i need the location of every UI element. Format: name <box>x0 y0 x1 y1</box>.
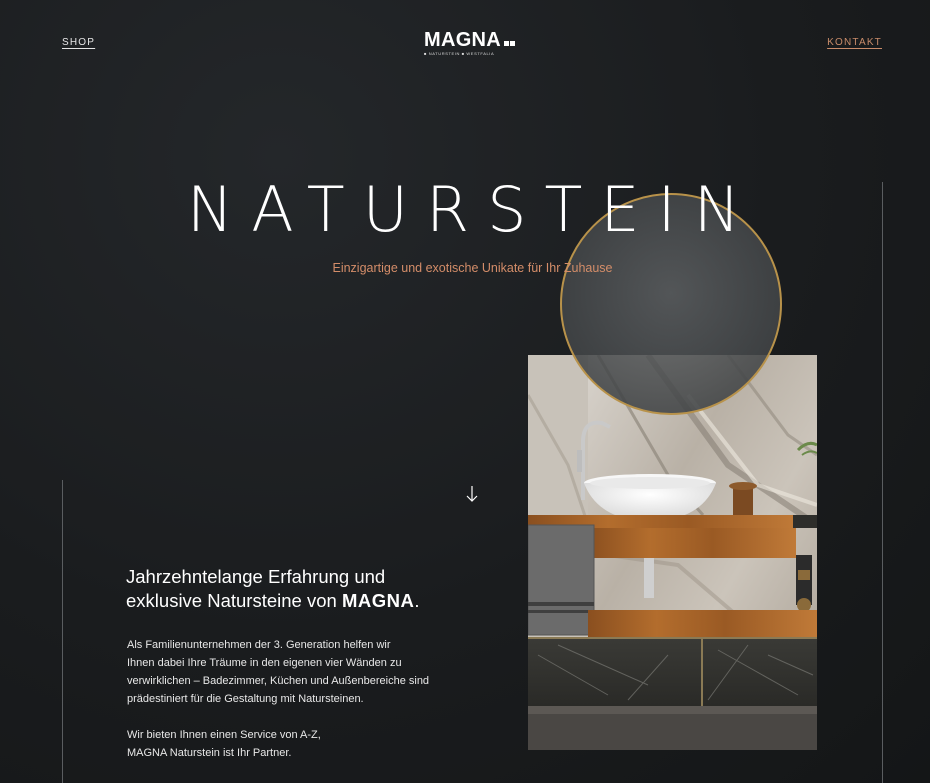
paragraph-2-line: MAGNA Naturstein ist Ihr Partner. <box>127 747 292 759</box>
paragraph-1-line: Als Familienunternehmen der 3. Generatio… <box>127 639 391 651</box>
hero-subtitle: Einzigartige und exotische Unikate für I… <box>332 261 613 275</box>
headline-line-2-prefix: exklusive Natursteine von <box>126 590 342 611</box>
hero-title: NATURSTEIN <box>186 173 759 246</box>
arrow-down-icon[interactable] <box>464 484 480 504</box>
paragraph-1-line: prädestiniert für die Gestaltung mit Nat… <box>127 693 364 705</box>
headline-line-1: Jahrzehntelange Erfahrung und <box>126 566 386 587</box>
decorative-line-left <box>62 480 63 783</box>
paragraph-1-line: Ihnen dabei Ihre Träume in den eigenen v… <box>127 657 402 669</box>
intro-paragraph-2: Wir bieten Ihnen einen Service von A-Z, … <box>127 726 447 762</box>
magna-logo[interactable]: MAGNA ■ NATURSTEIN ■ WESTFALIA <box>424 30 524 56</box>
paragraph-1-line: verwirklichen – Badezimmer, Küchen und A… <box>127 675 430 687</box>
logo-wordmark: MAGNA <box>424 29 502 51</box>
logo-squares-icon <box>502 31 516 50</box>
intro-paragraph-1: Als Familienunternehmen der 3. Generatio… <box>127 636 447 708</box>
intro-headline: Jahrzehntelange Erfahrung und exklusive … <box>126 565 486 613</box>
nav-shop-link[interactable]: SHOP <box>62 37 95 48</box>
logo-tagline: ■ NATURSTEIN ■ WESTFALIA <box>424 51 495 56</box>
headline-brand: MAGNA <box>341 590 415 611</box>
nav-contact-link[interactable]: KONTAKT <box>827 37 882 48</box>
paragraph-2-line: Wir bieten Ihnen einen Service von A-Z, <box>127 729 321 741</box>
headline-line-2-suffix: . <box>414 590 420 611</box>
